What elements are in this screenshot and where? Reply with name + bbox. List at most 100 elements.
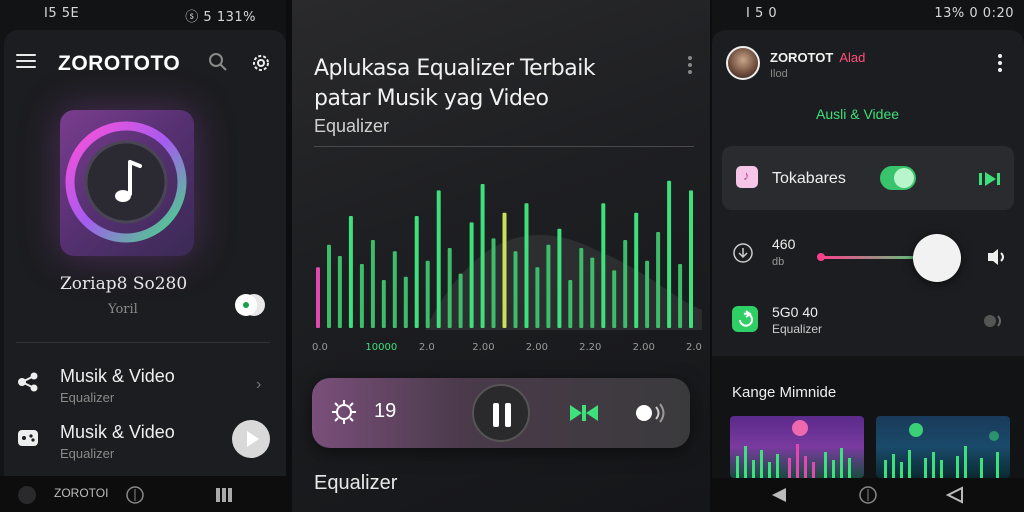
axis-tick-label: 2.00	[526, 342, 548, 353]
download-icon	[733, 243, 753, 263]
axis-tick-label: 2.0	[419, 342, 435, 353]
playlist-thumbnail[interactable]	[876, 416, 1010, 478]
eq-bar	[634, 212, 639, 328]
equalizer-value: 5G0 40	[772, 304, 818, 320]
eq-bar	[359, 264, 364, 328]
speaker-icon[interactable]	[986, 248, 1008, 266]
more-options-icon[interactable]	[688, 56, 694, 74]
screen-equalizer: Aplukasa Equalizer Terbaik patar Musik y…	[292, 0, 710, 512]
play-button[interactable]	[232, 420, 270, 458]
bottom-label: ZOROTOI	[54, 486, 109, 500]
next-icon[interactable]	[978, 170, 1002, 188]
gear-icon[interactable]	[250, 52, 272, 74]
home-icon[interactable]	[858, 485, 878, 505]
refresh-icon	[732, 306, 758, 332]
slider-value: 460	[772, 236, 796, 252]
status-right: 13% 0 0:20	[934, 6, 1014, 21]
eq-bar	[546, 244, 551, 328]
page-title: Aplukasa Equalizer Terbaik patar Musik y…	[314, 54, 634, 114]
eq-bar	[513, 251, 518, 328]
eq-bar	[425, 260, 430, 328]
share-icon	[18, 372, 38, 392]
album-art[interactable]	[60, 110, 194, 256]
menu-icon[interactable]	[16, 54, 36, 68]
eq-bar	[469, 222, 474, 328]
menu-item-subtitle: Equalizer	[60, 446, 115, 461]
track-title: Zoriap8 So280	[60, 274, 188, 294]
eq-bar	[667, 180, 672, 328]
compass-icon[interactable]	[124, 484, 146, 506]
user-subtitle: Ilod	[770, 68, 788, 80]
menu-item-musik-video[interactable]: Musik & Video Equalizer ›	[0, 360, 286, 410]
eq-bar	[337, 256, 342, 328]
eq-bar	[370, 240, 375, 328]
playlist-thumbnail[interactable]	[730, 416, 864, 478]
virus-icon[interactable]	[330, 398, 358, 426]
status-bar: I5 5E ⓢ 5 131%	[0, 0, 286, 28]
axis-tick-label: 2.00	[633, 342, 655, 353]
player-value: 19	[374, 400, 397, 422]
app-root: I5 5E ⓢ 5 131% ZOROTOTO Zoriap8 So280 Yo…	[0, 0, 1024, 512]
slider-handle[interactable]	[913, 234, 961, 282]
category-link[interactable]: Ausli & Videe	[816, 106, 899, 122]
eq-bar	[656, 232, 661, 328]
footer-label: Equalizer	[314, 472, 398, 494]
eq-bar	[458, 273, 463, 328]
sound-icon[interactable]	[982, 312, 1004, 330]
eq-bar	[601, 203, 606, 328]
eq-bar	[327, 244, 331, 328]
recent-icon[interactable]	[946, 486, 964, 504]
section-subtitle: Equalizer	[314, 116, 390, 136]
title-line-2: patar Musik yag Video	[314, 86, 549, 111]
recent-apps-icon[interactable]	[214, 486, 234, 504]
visualizer-art	[884, 423, 999, 478]
eq-bar	[316, 267, 320, 328]
avatar[interactable]	[726, 46, 760, 80]
status-bar: I 5 0 13% 0 0:20	[712, 0, 1024, 28]
menu-item-title: Musik & Video	[60, 422, 175, 442]
circle-icon[interactable]	[16, 484, 38, 506]
equalizer-visualizer: 0.0 10000 2.0 2.00 2.00 2.20 2.00 2.00	[312, 180, 702, 353]
chevron-right-icon: ›	[256, 376, 262, 393]
skip-icon[interactable]	[568, 402, 600, 424]
divider	[16, 342, 270, 343]
more-options-icon[interactable]	[998, 54, 1004, 74]
toggle-switch[interactable]	[880, 166, 916, 190]
screen-library: I5 5E ⓢ 5 131% ZOROTOTO Zoriap8 So280 Yo…	[0, 0, 286, 512]
user-name: ZOROTOT Alad	[770, 50, 866, 65]
gamepad-icon	[18, 430, 38, 446]
eq-bar	[645, 260, 650, 328]
title-line-1: Aplukasa Equalizer Terbaik	[314, 56, 596, 81]
eq-bar	[568, 280, 573, 328]
toggle-switch[interactable]	[234, 292, 268, 318]
user-tag: Alad	[839, 50, 866, 65]
eq-bar	[590, 257, 595, 328]
eq-bar	[480, 184, 485, 328]
search-icon[interactable]	[208, 52, 228, 72]
volume-icon[interactable]	[634, 400, 668, 426]
nav-bar: ZOROTOI	[0, 476, 286, 512]
equalizer-label: Equalizer	[772, 322, 823, 336]
eq-bar	[612, 270, 617, 328]
pause-button[interactable]	[472, 384, 530, 442]
axis-tick-label: 2.20	[579, 342, 601, 353]
axis-tick-label: 2.00	[686, 342, 702, 353]
back-icon[interactable]	[770, 486, 788, 504]
eq-bar	[436, 190, 441, 328]
section-title: Kange Mimnide	[732, 384, 837, 401]
spectrum-area	[426, 235, 702, 330]
eq-bar	[491, 238, 496, 328]
eq-bar	[524, 203, 529, 328]
toggle-row[interactable]: ♪ Tokabares	[722, 146, 1014, 210]
eq-bar	[414, 216, 419, 328]
eq-bar	[579, 248, 584, 328]
music-note-icon	[65, 121, 187, 243]
axis-tick-label: 0.0	[312, 342, 328, 353]
app-title: ZOROTOTO	[58, 52, 181, 75]
eq-bar	[535, 267, 540, 328]
axis-tick-label: 2.00	[472, 342, 494, 353]
menu-item-subtitle: Equalizer	[60, 390, 115, 405]
track-subtitle: Yoril	[108, 302, 138, 317]
status-right: ⓢ 5 131%	[185, 10, 256, 25]
mini-player: 19	[312, 378, 690, 448]
